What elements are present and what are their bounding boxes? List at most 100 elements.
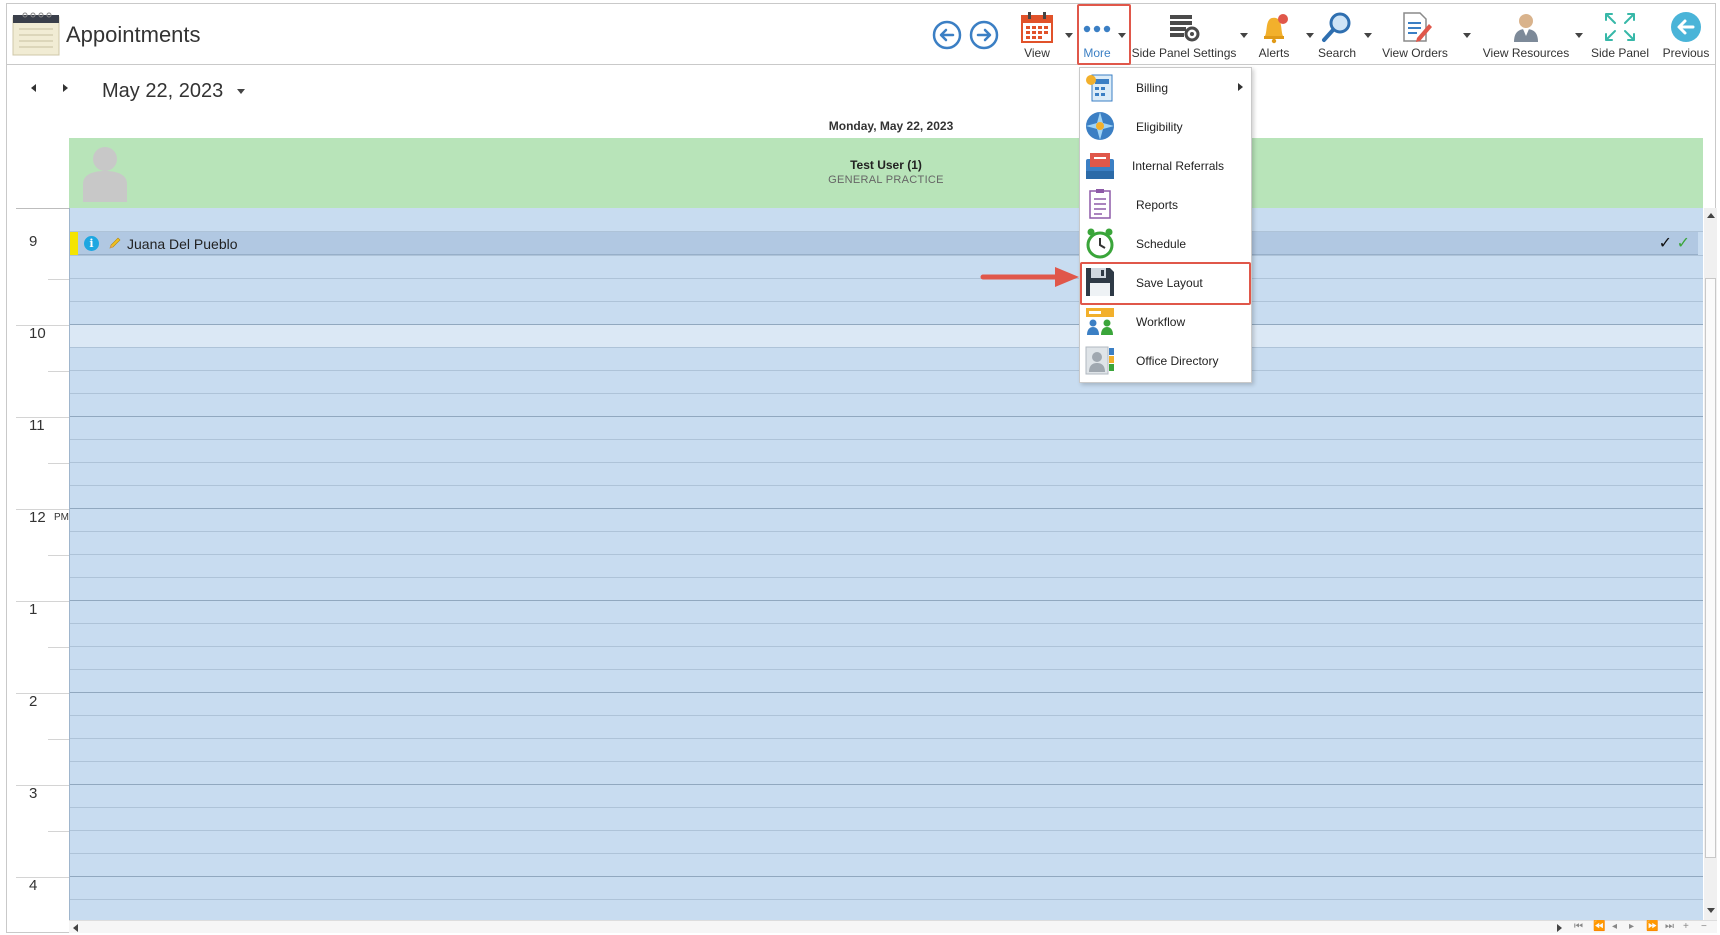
last-page-icon[interactable]: ⏭ bbox=[1665, 921, 1674, 932]
search-label: Search bbox=[1317, 46, 1357, 60]
view-label: View bbox=[1024, 46, 1050, 60]
view-resources-label: View Resources bbox=[1482, 46, 1570, 60]
slot-line bbox=[70, 393, 1703, 394]
menu-item-eligibility[interactable]: Eligibility bbox=[1080, 107, 1251, 146]
more-dropdown-menu: Billing Eligibility Internal Referrals R… bbox=[1079, 67, 1252, 383]
slot-line bbox=[70, 738, 1703, 739]
resources-person-icon bbox=[1514, 14, 1538, 42]
next-date-arrow-icon[interactable] bbox=[63, 84, 68, 92]
search-dropdown-arrow-icon[interactable] bbox=[1364, 33, 1372, 38]
view-resources-button[interactable]: View Resources bbox=[1477, 4, 1575, 65]
menu-item-label: Schedule bbox=[1136, 237, 1187, 251]
hour-label: 3 bbox=[29, 785, 38, 802]
billing-icon bbox=[1086, 74, 1113, 102]
menu-item-office-directory[interactable]: Office Directory bbox=[1080, 341, 1251, 380]
zoom-in-icon[interactable]: + bbox=[1683, 921, 1689, 932]
confirmed-checkmark-icon: ✓ bbox=[1676, 235, 1690, 252]
schedule-grid[interactable]: i Juana Del Pueblo ✓ ✓ bbox=[69, 208, 1703, 920]
alerts-dropdown-arrow-icon[interactable] bbox=[1306, 33, 1314, 38]
menu-item-label: Eligibility bbox=[1136, 120, 1183, 134]
pm-label: PM bbox=[54, 512, 69, 523]
calendar-icon bbox=[1021, 12, 1053, 43]
side-panel-button[interactable]: Side Panel bbox=[1589, 4, 1651, 65]
view-resources-dropdown-arrow-icon[interactable] bbox=[1575, 33, 1583, 38]
first-page-icon[interactable]: ⏮ bbox=[1574, 921, 1583, 932]
bell-icon bbox=[1264, 14, 1288, 44]
scroll-right-arrow-icon[interactable] bbox=[1557, 924, 1562, 932]
time-column: 9 10 11 12 PM 1 2 3 4 bbox=[16, 208, 69, 920]
half-hour-tick bbox=[48, 371, 69, 372]
hour-divider bbox=[16, 693, 69, 694]
hour-label: 12 bbox=[29, 509, 46, 526]
view-orders-button[interactable]: View Orders bbox=[1377, 4, 1453, 65]
menu-item-workflow[interactable]: Workflow bbox=[1080, 302, 1251, 341]
hour-divider bbox=[16, 509, 69, 510]
forward-arrow-icon[interactable] bbox=[969, 20, 999, 50]
expand-arrows-icon bbox=[1605, 13, 1635, 41]
next-page-icon[interactable]: ▸ bbox=[1629, 921, 1634, 932]
search-button[interactable]: Search bbox=[1315, 4, 1359, 65]
slot-line bbox=[70, 485, 1703, 486]
side-panel-settings-button[interactable]: Side Panel Settings bbox=[1129, 4, 1239, 65]
date-picker[interactable]: May 22, 2023 bbox=[102, 80, 223, 103]
orders-document-icon bbox=[1403, 12, 1432, 42]
schedule-clock-icon bbox=[1086, 228, 1114, 259]
resource-header: Test User (1) GENERAL PRACTICE bbox=[69, 138, 1703, 208]
slot-line bbox=[70, 761, 1703, 762]
annotation-arrow-icon bbox=[980, 267, 1079, 287]
slot-line bbox=[70, 301, 1703, 302]
office-directory-icon bbox=[1085, 346, 1114, 375]
vertical-scrollbar[interactable] bbox=[1704, 208, 1717, 920]
side-panel-settings-dropdown-arrow-icon[interactable] bbox=[1240, 33, 1248, 38]
appointment-block[interactable]: i Juana Del Pueblo ✓ ✓ bbox=[70, 232, 1698, 255]
slot-line bbox=[70, 255, 1703, 256]
scroll-up-arrow-icon[interactable] bbox=[1707, 213, 1715, 218]
highlighted-time-slot bbox=[70, 324, 1703, 347]
resource-name: Test User (1) bbox=[850, 158, 922, 172]
scrollbar-thumb[interactable] bbox=[1705, 278, 1716, 858]
previous-button[interactable]: Previous bbox=[1659, 4, 1713, 65]
hour-label: 9 bbox=[29, 233, 38, 250]
slot-line bbox=[70, 715, 1703, 716]
horizontal-scrollbar[interactable]: ⏮ ⏪ ◂ ▸ ⏩ ⏭ + − bbox=[69, 920, 1717, 933]
date-dropdown-arrow-icon[interactable] bbox=[237, 89, 245, 94]
view-dropdown-arrow-icon[interactable] bbox=[1065, 33, 1073, 38]
previous-page-fast-icon[interactable]: ⏪ bbox=[1593, 921, 1605, 932]
zoom-out-icon[interactable]: − bbox=[1701, 921, 1707, 932]
menu-item-schedule[interactable]: Schedule bbox=[1080, 224, 1251, 263]
hour-label: 4 bbox=[29, 877, 38, 894]
scroll-down-arrow-icon[interactable] bbox=[1707, 908, 1715, 913]
patient-name: Juana Del Pueblo bbox=[127, 236, 238, 252]
hour-line bbox=[70, 784, 1703, 785]
menu-item-billing[interactable]: Billing bbox=[1080, 68, 1251, 107]
menu-item-label: Reports bbox=[1136, 198, 1179, 212]
view-orders-dropdown-arrow-icon[interactable] bbox=[1463, 33, 1471, 38]
menu-item-reports[interactable]: Reports bbox=[1080, 185, 1251, 224]
hour-line bbox=[70, 692, 1703, 693]
previous-date-arrow-icon[interactable] bbox=[31, 84, 36, 92]
save-layout-highlight-box bbox=[1080, 262, 1251, 305]
header-toolbar: Appointments View More Side Panel Settin… bbox=[7, 4, 1715, 65]
slot-line bbox=[70, 807, 1703, 808]
slot-line bbox=[70, 623, 1703, 624]
hour-label: 10 bbox=[29, 325, 46, 342]
appointments-window: Appointments View More Side Panel Settin… bbox=[6, 3, 1717, 933]
view-button[interactable]: View bbox=[1015, 4, 1059, 65]
workflow-icon bbox=[1086, 308, 1114, 335]
slot-line bbox=[70, 278, 1703, 279]
alerts-button[interactable]: Alerts bbox=[1252, 4, 1296, 65]
menu-item-internal-referrals[interactable]: Internal Referrals bbox=[1080, 146, 1251, 185]
appointments-app-icon bbox=[12, 12, 60, 56]
scroll-left-arrow-icon[interactable] bbox=[73, 924, 78, 932]
internal-referrals-icon bbox=[1086, 153, 1114, 179]
back-arrow-icon[interactable] bbox=[932, 20, 962, 50]
hour-divider bbox=[16, 417, 69, 418]
slot-line bbox=[70, 531, 1703, 532]
previous-page-icon[interactable]: ◂ bbox=[1612, 921, 1617, 932]
slot-line bbox=[70, 899, 1703, 900]
hour-divider bbox=[16, 601, 69, 602]
view-orders-label: View Orders bbox=[1382, 46, 1448, 60]
next-page-fast-icon[interactable]: ⏩ bbox=[1646, 921, 1658, 932]
pencil-icon bbox=[109, 237, 121, 249]
info-icon[interactable]: i bbox=[84, 236, 99, 251]
